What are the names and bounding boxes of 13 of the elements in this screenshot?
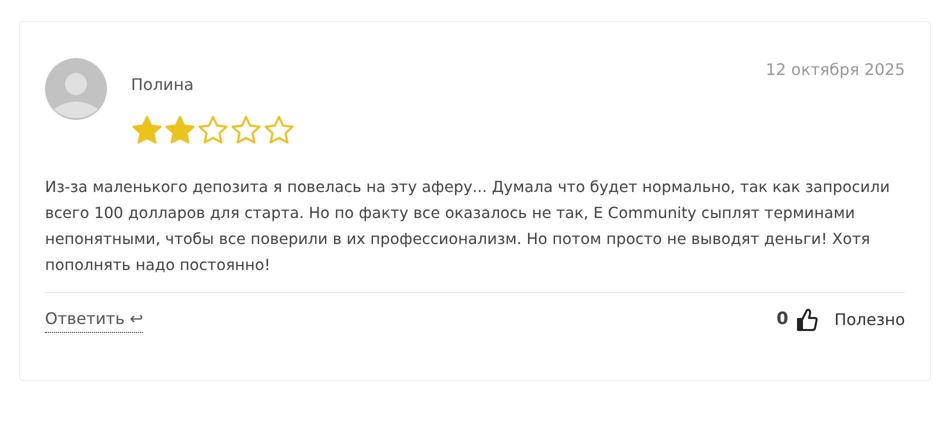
star-icon (131, 115, 163, 145)
star-icon (164, 115, 196, 145)
helpful-button[interactable]: Полезно (834, 308, 905, 332)
star-icon (263, 115, 295, 145)
like-count: 0 (776, 308, 788, 332)
thumbs-up-icon[interactable] (796, 308, 818, 332)
review-date: 12 октября 2025 (766, 59, 905, 81)
star-icon (197, 115, 229, 145)
avatar-icon (45, 58, 107, 120)
author-name: Полина (131, 74, 194, 96)
review-text: Из-за маленького депозита я повелась на эту аферу... Думала что будет нормально, так как запросили всего 100 долларов для старта. Но по факту все оказалось не так, E Community сыплят терминами непонятными, чтобы все поверили в их профессионализм. Но потом просто не выводят деньги! Хотя пополнять надо постоянно! (45, 177, 891, 276)
reply-link[interactable]: Ответить ↩ (45, 307, 144, 333)
star-icon (230, 115, 262, 145)
